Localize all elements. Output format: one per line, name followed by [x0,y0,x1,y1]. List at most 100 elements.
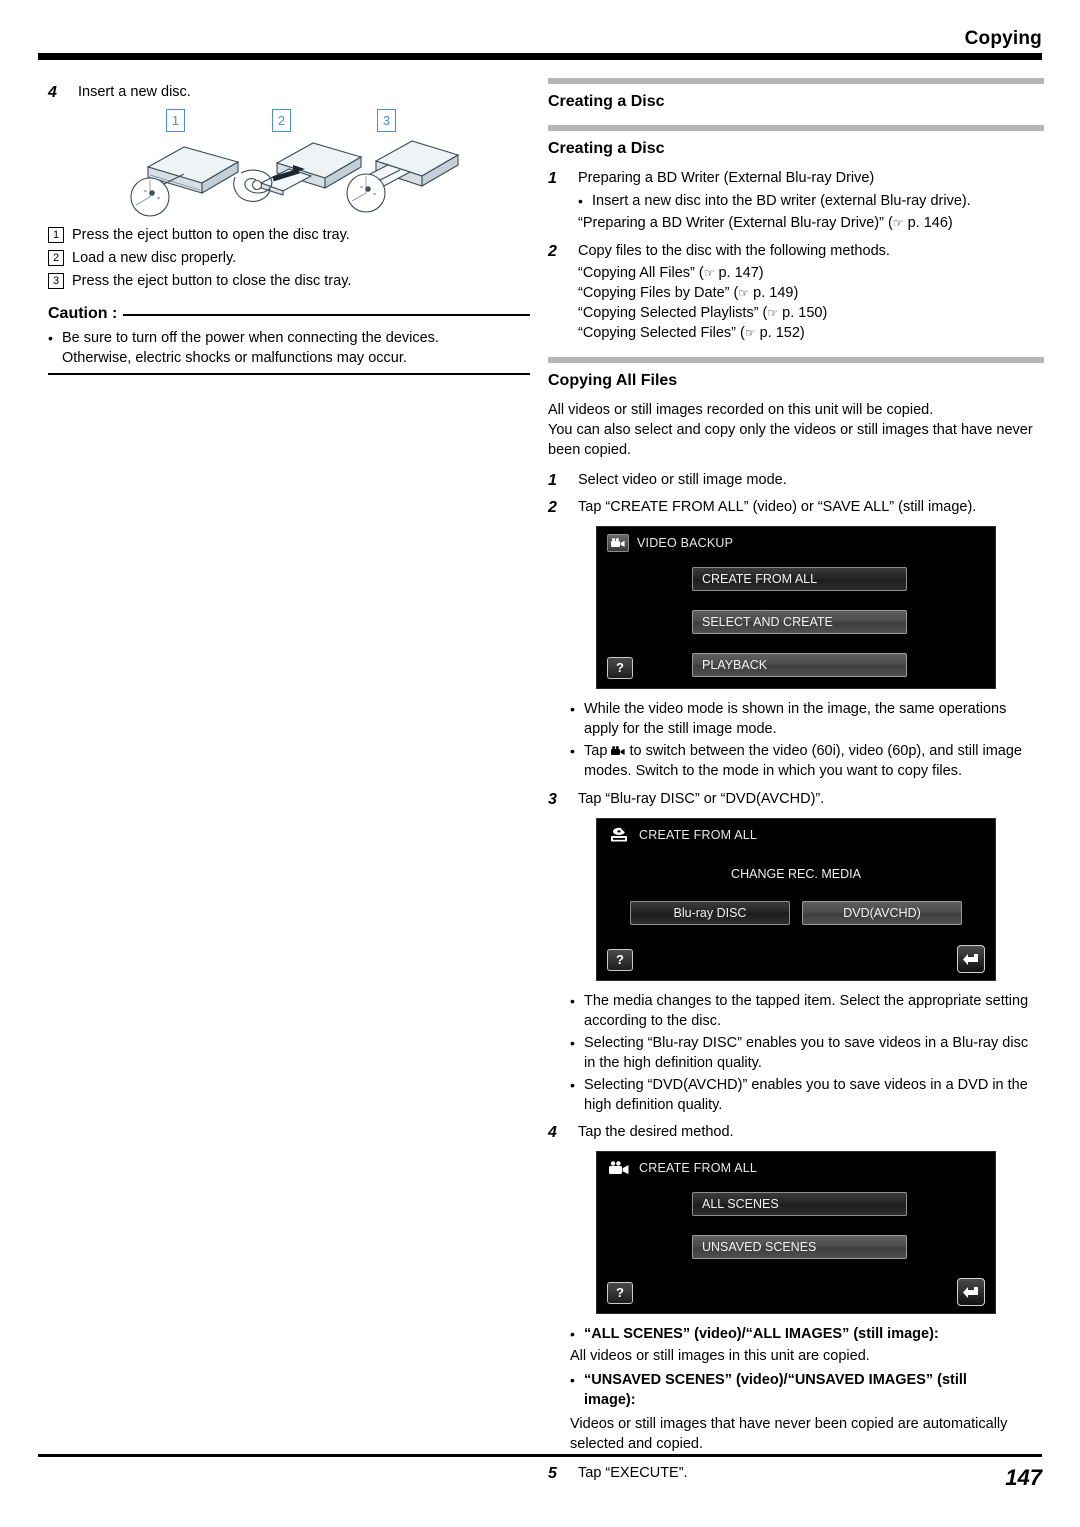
screen-title-row: CREATE FROM ALL [607,826,757,844]
left-column: 4 Insert a new disc. 1 2 3 1 Press the e… [48,82,530,375]
cross-reference-page: p. 152) [755,325,805,341]
caution-footer-rule [48,373,530,375]
device-screen-video-backup[interactable]: VIDEO BACKUP CREATE FROM ALL SELECT AND … [596,526,996,689]
footer-rule [38,1454,1042,1457]
pointing-hand-icon: ☞ [738,286,750,300]
note-line-1: Selecting “Blu-ray DISC” enables you to … [584,1035,1029,1051]
screen-button-select-and-create[interactable]: SELECT AND CREATE [692,610,907,634]
list-marker: 3 [48,273,64,289]
header-rule [38,53,1042,60]
step-tap-create-from-all: 2 Tap “CREATE FROM ALL” (video) or “SAVE… [548,497,1044,518]
list-item: 3 Press the eject button to close the di… [48,271,530,291]
note-line-2: modes. Switch to the mode in which you w… [584,763,962,779]
disc-insert-illustration: 1 2 3 [48,109,530,219]
screen-button-create-from-all[interactable]: CREATE FROM ALL [692,567,907,591]
definition-term-line-2: image): [584,1392,636,1408]
step-number: 1 [548,472,557,489]
back-arrow-icon[interactable] [957,945,985,973]
note-line-1: The media changes to the tapped item. Se… [584,993,1029,1009]
page-number: 147 [1005,1465,1042,1490]
screen-title: CREATE FROM ALL [639,828,758,842]
step-number: 4 [548,1124,557,1141]
bullet-dot: • [570,1077,575,1093]
bullet-dot: • [570,743,575,759]
bullet-dot: • [570,993,575,1009]
note-line-1: Selecting “DVD(AVCHD)” enables you to sa… [584,1077,1028,1093]
bullet-item: • Tap to switch between the video (60i),… [570,741,1044,781]
disc-steps-list: 1 Press the eject button to open the dis… [48,225,530,291]
screen-button-all-scenes[interactable]: ALL SCENES [692,1192,907,1216]
notes-after-video-backup: • While the video mode is shown in the i… [570,699,1044,781]
pointing-hand-icon: ☞ [892,216,904,230]
cross-reference: “Preparing a BD Writer (External Blu-ray… [578,213,1044,233]
step-select-mode: 1 Select video or still image mode. [548,470,1044,491]
intro-line-1: All videos or still images recorded on t… [548,402,934,418]
step-number: 3 [548,791,557,808]
bullet-item: • Be sure to turn off the power when con… [48,328,530,368]
video-camera-icon[interactable] [607,534,629,552]
screen-button-unsaved-scenes[interactable]: UNSAVED SCENES [692,1235,907,1259]
back-arrow-glyph [963,954,978,965]
cross-reference-page: p. 146) [903,215,953,231]
section-divider [548,357,1044,363]
bullet-item: • “UNSAVED SCENES” (video)/“UNSAVED IMAG… [570,1370,1044,1410]
cross-reference: “Copying Selected Playlists” (☞ p. 150) [578,303,1044,323]
screen-button-dvd-avchd[interactable]: DVD(AVCHD) [802,901,962,925]
bullet-dot: • [570,1372,575,1388]
page-header: Copying [38,28,1042,60]
caution-label: Caution : [48,305,118,322]
screen-button-playback[interactable]: PLAYBACK [692,653,907,677]
disc-drive-glyph [611,827,627,842]
bullet-text: Insert a new disc into the BD writer (ex… [592,193,971,209]
section-divider [548,78,1044,84]
screen-title: CREATE FROM ALL [639,1161,758,1175]
cross-reference-page: p. 150) [778,305,828,321]
bullet-text: Tap to switch between the video (60i), v… [584,741,1044,781]
intro-paragraph: All videos or still images recorded on t… [548,400,1044,460]
disc-drive-icon [607,826,631,844]
cross-reference: “Copying Selected Files” (☞ p. 152) [578,323,1044,343]
list-marker: 1 [48,227,64,243]
step-tap-desired-method: 4 Tap the desired method. [548,1122,1044,1143]
pointing-hand-icon: ☞ [767,306,779,320]
callout-2: 2 [272,109,291,132]
bullet-text: Be sure to turn off the power when conne… [62,328,530,368]
right-column: Creating a Disc Creating a Disc 1 Prepar… [548,78,1044,1488]
intro-line-3: been copied. [548,442,632,458]
help-button[interactable]: ? [607,1282,633,1304]
note-line-2: according to the disc. [584,1013,722,1029]
page-footer: 147 [38,1454,1042,1491]
step-text: Tap “Blu-ray DISC” or “DVD(AVCHD)”. [578,791,825,807]
bullet-dot: • [570,1326,575,1342]
list-item-label: Load a new disc properly. [72,250,237,266]
step-number: 4 [48,84,57,101]
section-heading-creating-a-disc-1: Creating a Disc [548,93,665,110]
definition-desc-line-2: selected and copied. [570,1436,704,1452]
cross-reference-label: “Copying Selected Files” ( [578,325,745,341]
cross-reference-label: “Copying All Files” ( [578,265,704,281]
screen-subtitle: CHANGE REC. MEDIA [731,867,861,881]
step-text: Tap the desired method. [578,1124,734,1140]
caution-line-1: Be sure to turn off the power when conne… [62,330,439,346]
list-item-label: Press the eject button to open the disc … [72,227,350,243]
drive-illustration-1 [130,146,240,217]
step-number: 2 [548,499,557,516]
definition-description: Videos or still images that have never b… [570,1414,1044,1454]
back-arrow-icon[interactable] [957,1278,985,1306]
device-screen-change-rec-media[interactable]: CREATE FROM ALL CHANGE REC. MEDIA Blu-ra… [596,818,996,981]
help-button[interactable]: ? [607,657,633,679]
help-button[interactable]: ? [607,949,633,971]
bullet-text: Selecting “Blu-ray DISC” enables you to … [584,1033,1044,1073]
caution-block: Caution : • Be sure to turn off the powe… [48,305,530,375]
callout-1: 1 [166,109,185,132]
screen-button-bluray-disc[interactable]: Blu-ray DISC [630,901,790,925]
bullet-dot: • [48,330,53,346]
callout-3: 3 [377,109,396,132]
note-prefix: Tap [584,743,612,759]
step-copy-files-methods: 2 Copy files to the disc with the follow… [548,241,1044,343]
back-arrow-glyph [963,1287,978,1298]
section-heading-copying-all-files: Copying All Files [548,372,678,389]
device-screen-create-from-all[interactable]: CREATE FROM ALL ALL SCENES UNSAVED SCENE… [596,1151,996,1314]
step-title: Copy files to the disc with the followin… [578,243,890,259]
pointing-hand-icon: ☞ [703,266,715,280]
